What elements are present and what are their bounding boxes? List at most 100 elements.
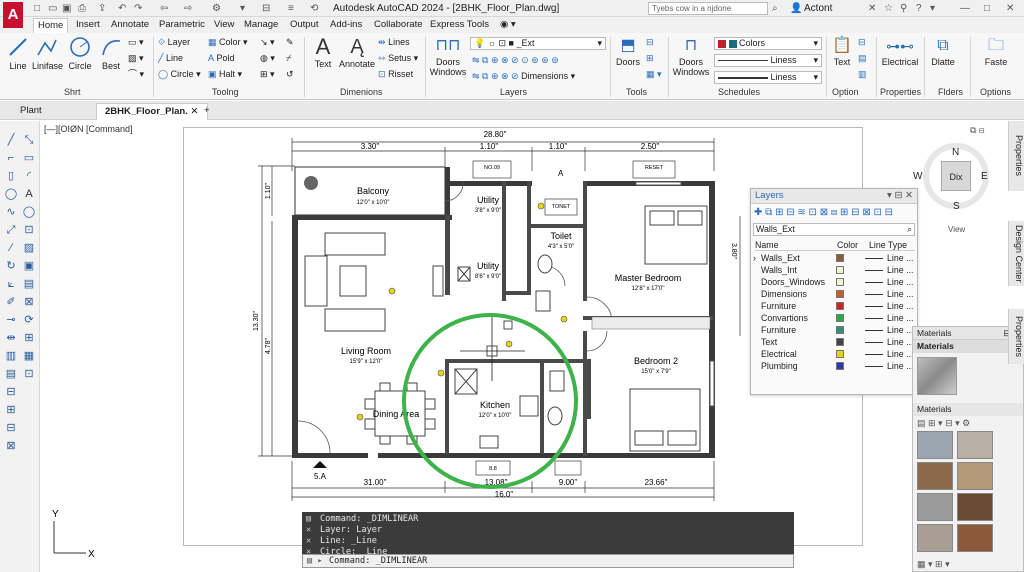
save-icon[interactable]: ▣ bbox=[62, 2, 71, 15]
minimize-icon[interactable]: — bbox=[960, 2, 970, 15]
block-icon[interactable]: ⊡ bbox=[22, 223, 36, 237]
material-browser-toolbar[interactable]: ▤ ⊞ ▾ ⊟ ▾ ⚙ bbox=[917, 418, 970, 429]
workspace-icon[interactable]: ⚙ bbox=[212, 2, 221, 15]
layer-name[interactable]: Walls_Int bbox=[761, 264, 797, 276]
layer-row[interactable]: Convartions Line ... bbox=[753, 312, 915, 324]
option-icon-2[interactable]: ▤ bbox=[858, 53, 867, 64]
layer-color-swatch[interactable] bbox=[836, 326, 844, 334]
layer-linetype[interactable]: Line ... bbox=[887, 360, 913, 372]
fillet-icon[interactable]: ↺ bbox=[286, 69, 294, 80]
offset-icon[interactable]: ▦ bbox=[22, 349, 36, 363]
text-icon[interactable]: A bbox=[22, 187, 36, 201]
tab-addins[interactable]: Add-ins bbox=[326, 18, 366, 33]
layer-linetype[interactable]: Line ... bbox=[887, 300, 913, 312]
col-linetype[interactable]: Line Type bbox=[869, 240, 907, 250]
autocad-logo[interactable]: A bbox=[3, 2, 23, 28]
ellipse-icon[interactable]: ◯ bbox=[22, 205, 36, 219]
material-swatch[interactable] bbox=[917, 493, 953, 521]
dimensions-panel-label[interactable]: Dimenions bbox=[340, 87, 383, 97]
trim-icon[interactable]: ✎ bbox=[286, 37, 294, 48]
user-icon[interactable]: 👤 bbox=[790, 2, 802, 15]
layer-name[interactable]: Walls_Ext bbox=[761, 252, 800, 264]
room-living[interactable]: Living Room bbox=[341, 346, 391, 356]
print-icon[interactable]: ⎙ bbox=[78, 2, 86, 15]
room-balcony[interactable]: Balcony bbox=[357, 186, 390, 196]
new-icon[interactable]: □ bbox=[34, 2, 40, 15]
layers-panel-label[interactable]: Layers bbox=[500, 87, 527, 97]
room-utility-2[interactable]: Utility bbox=[477, 261, 499, 271]
master-bed[interactable] bbox=[644, 205, 708, 265]
room-master-bedroom[interactable]: Master Bedroom bbox=[615, 273, 682, 283]
undo-icon[interactable]: ↶ bbox=[118, 2, 126, 15]
move-icon[interactable]: ✐ bbox=[4, 295, 18, 309]
insert-icon[interactable]: ⤢ bbox=[4, 223, 18, 237]
schedule-doors-windows-button[interactable]: ⊓ Doors Windows bbox=[670, 35, 712, 77]
help-chevron-icon[interactable]: ▾ bbox=[930, 2, 935, 15]
layer-name[interactable]: Convartions bbox=[761, 312, 808, 324]
search-icon[interactable]: ⌕ bbox=[772, 2, 778, 15]
text-button[interactable]: A Text bbox=[310, 35, 336, 70]
array-icon[interactable]: ▥ bbox=[4, 349, 18, 363]
chamfer-icon[interactable]: ⊟ bbox=[4, 421, 18, 435]
layer-color-swatch[interactable] bbox=[836, 314, 844, 322]
room-bedroom-2[interactable]: Bedroom 2 bbox=[634, 356, 678, 366]
store-icon[interactable]: ✕ bbox=[868, 2, 876, 15]
dropdown-chevron-icon[interactable]: ▾ bbox=[240, 2, 245, 15]
polygon-icon[interactable]: ▭ bbox=[22, 151, 36, 165]
layer-color-swatch[interactable] bbox=[836, 338, 844, 346]
dimensions-tool[interactable]: ⇋ ⧉ ⊕ ⊗ ⊘ Dimensions ▾ bbox=[472, 71, 575, 82]
point-icon[interactable]: ∕ bbox=[4, 241, 18, 255]
compass-south[interactable]: S bbox=[953, 201, 960, 212]
join-icon[interactable]: ⊞ bbox=[4, 403, 18, 417]
tab-view[interactable]: View bbox=[210, 18, 238, 33]
circle-tool[interactable]: ◯ Circle ▾ bbox=[158, 69, 201, 80]
layers-toolbar[interactable]: ✚ ⧉ ⊞ ⊟ ≋ ⊡ ⊠ ⧈ ⊞ ⊟ ⊠ ⊡ ⊟ bbox=[754, 207, 893, 218]
layer-name[interactable]: Dimensions bbox=[761, 288, 807, 300]
col-color[interactable]: Color bbox=[837, 240, 858, 250]
layer-color-swatch[interactable] bbox=[836, 362, 844, 370]
layer-row[interactable]: Plumbing Line ... bbox=[753, 360, 915, 372]
circle-button[interactable]: Circle bbox=[66, 35, 94, 71]
move-icon[interactable]: ↘ ▾ bbox=[260, 37, 275, 48]
tab-parametric[interactable]: Parametric bbox=[155, 18, 209, 33]
layer-color-swatch[interactable] bbox=[836, 254, 844, 262]
back-icon[interactable]: ⇦ bbox=[160, 2, 168, 15]
share-icon[interactable]: ⇪ bbox=[98, 2, 106, 15]
hatch-icon[interactable]: ▨ bbox=[22, 241, 36, 255]
color-tool[interactable]: ▦ Color ▾ bbox=[208, 37, 248, 48]
layer-row[interactable]: Furniture Line ... bbox=[753, 324, 915, 336]
colors-dropdown[interactable]: Colors ▾ bbox=[714, 37, 822, 50]
layer-color-swatch[interactable] bbox=[836, 266, 844, 274]
layer-linetype[interactable]: Line ... bbox=[887, 264, 913, 276]
arc-icon[interactable]: ◜ bbox=[22, 169, 36, 183]
scale-icon[interactable]: ⊞ bbox=[22, 331, 36, 345]
layer-color-swatch[interactable] bbox=[836, 278, 844, 286]
line-icon[interactable]: ╱ bbox=[4, 133, 18, 147]
open-icon[interactable]: ▭ bbox=[48, 2, 57, 15]
properties-side-tab-2[interactable]: Properties bbox=[1008, 309, 1024, 364]
layer-linetype[interactable]: Line ... bbox=[887, 252, 913, 264]
annotate-button[interactable]: Ą Annotate bbox=[338, 35, 376, 69]
options-panel-label[interactable]: Options bbox=[980, 87, 1011, 97]
line-tool[interactable]: ╱ Line bbox=[158, 53, 183, 64]
layer-name[interactable]: Furniture bbox=[761, 300, 796, 312]
room-dining[interactable]: Dining Area bbox=[373, 409, 420, 419]
tab-express-tools[interactable]: Express Tools bbox=[426, 18, 493, 33]
tools-icon-2[interactable]: ⊞ bbox=[646, 53, 654, 64]
tab-collaborate[interactable]: Collaborate bbox=[370, 18, 427, 33]
tab-output[interactable]: Output bbox=[286, 18, 323, 33]
properties-side-tab[interactable]: Properties bbox=[1008, 121, 1024, 191]
electrical-button[interactable]: ⊶⊷ Electrical bbox=[880, 35, 920, 67]
layers-panel-controls-icon[interactable]: ▾ ⊟ ✕ bbox=[887, 189, 913, 203]
room-utility-1[interactable]: Utility bbox=[477, 195, 499, 205]
break-icon[interactable]: ⊟ bbox=[4, 385, 18, 399]
layer-linetype[interactable]: Line ... bbox=[887, 312, 913, 324]
pold-tool[interactable]: A Pold bbox=[208, 53, 235, 64]
layer-filter-input[interactable]: Walls_Ext ⌕ bbox=[753, 223, 915, 236]
layer-icon[interactable]: ≡ bbox=[288, 2, 294, 15]
compass-west[interactable]: W bbox=[913, 171, 922, 182]
scale-icon[interactable]: ⊞ ▾ bbox=[260, 69, 275, 80]
xline-icon[interactable]: ⤡ bbox=[22, 133, 36, 147]
tab-annotate[interactable]: Annotate bbox=[107, 18, 153, 33]
layer-name[interactable]: Doors_Windows bbox=[761, 276, 825, 288]
